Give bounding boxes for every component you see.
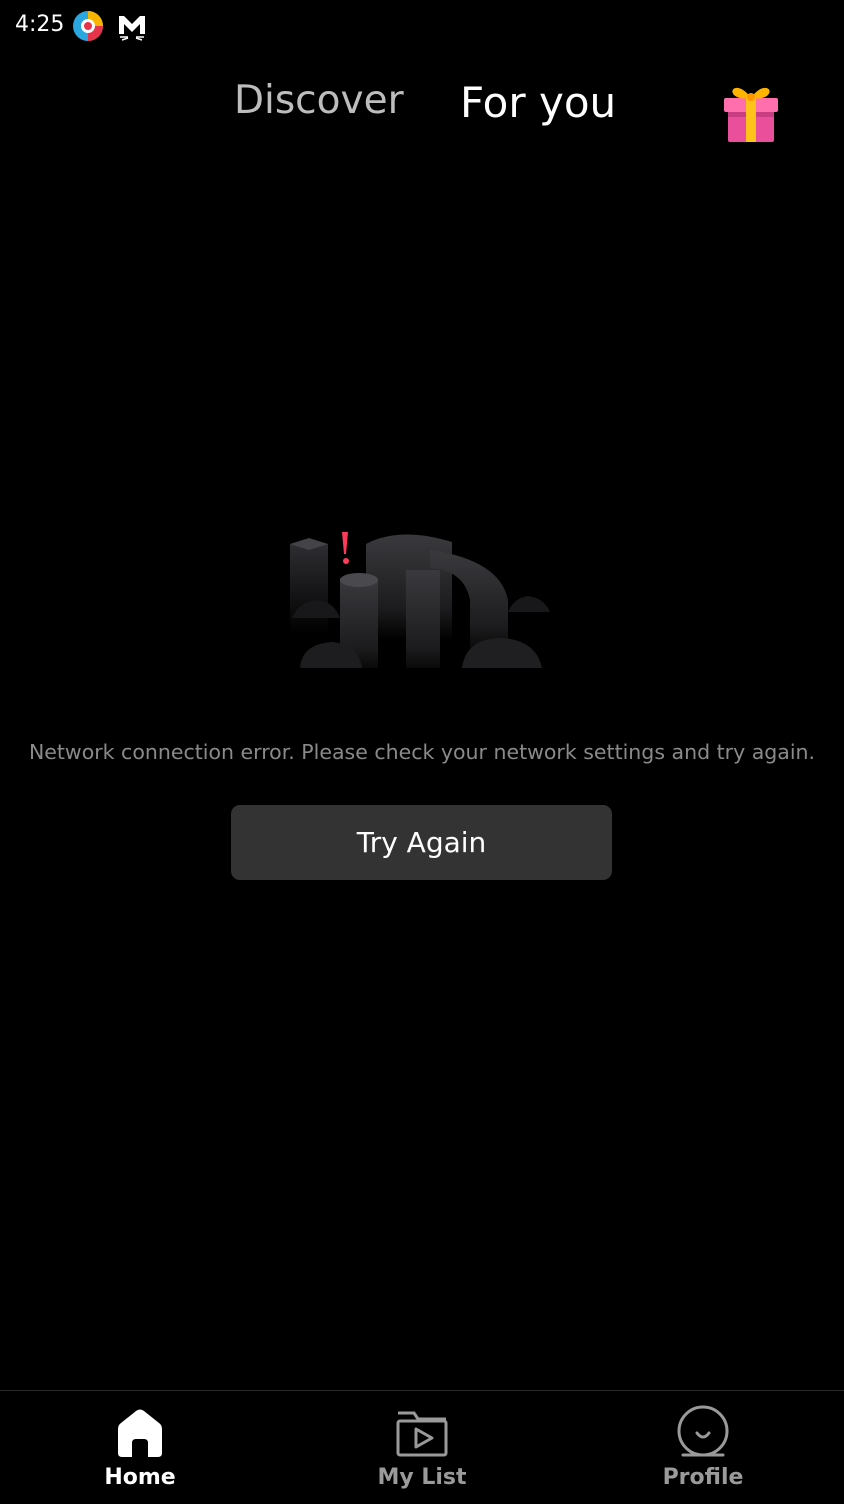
nav-home[interactable]: Home [40, 1391, 240, 1504]
mail-icon [116, 12, 148, 42]
gift-icon[interactable] [720, 78, 782, 144]
top-tabs: Discover For you [0, 70, 844, 142]
nav-profile-label: Profile [662, 1465, 744, 1490]
nav-my-list-label: My List [377, 1465, 467, 1490]
status-bar: 4:25 [0, 0, 844, 52]
try-again-label: Try Again [356, 826, 487, 859]
app-logo-icon [72, 10, 104, 42]
tab-discover[interactable]: Discover [234, 78, 404, 123]
bottom-nav: Home My List Profile [0, 1390, 844, 1504]
tab-for-you[interactable]: For you [460, 78, 616, 127]
network-error-illustration [280, 520, 560, 700]
nav-profile[interactable]: Profile [603, 1391, 803, 1504]
try-again-button[interactable]: Try Again [231, 805, 612, 880]
play-folder-icon [394, 1405, 450, 1461]
nav-my-list[interactable]: My List [322, 1391, 522, 1504]
status-time: 4:25 [15, 12, 65, 37]
profile-icon [675, 1405, 731, 1461]
error-message: Network connection error. Please check y… [28, 740, 816, 764]
nav-home-label: Home [104, 1465, 176, 1490]
home-icon [112, 1405, 168, 1461]
